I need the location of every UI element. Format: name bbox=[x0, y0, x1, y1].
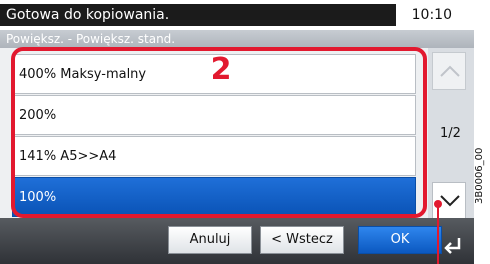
breadcrumb: Powiększ. - Powiększ. stand. bbox=[0, 30, 474, 48]
enter-icon bbox=[444, 238, 461, 254]
chevron-down-icon bbox=[440, 195, 460, 207]
cancel-button[interactable]: Anuluj bbox=[168, 226, 252, 254]
pointer-line bbox=[437, 206, 439, 264]
page-indicator: 1/2 bbox=[440, 126, 461, 141]
list-item-200[interactable]: 200% bbox=[12, 95, 416, 135]
back-button[interactable]: < Wstecz bbox=[260, 226, 344, 254]
status-time: 10:10 bbox=[411, 7, 452, 23]
ok-button[interactable]: OK bbox=[358, 226, 442, 254]
list-item-141[interactable]: 141% A5>>A4 bbox=[12, 136, 416, 176]
status-message: Gotowa do kopiowania. bbox=[0, 4, 396, 26]
status-bar: Gotowa do kopiowania. 10:10 bbox=[0, 0, 474, 30]
callout-number: 2 bbox=[210, 52, 232, 87]
list-item-100[interactable]: 100% bbox=[12, 177, 416, 217]
scroll-up-button[interactable] bbox=[432, 52, 466, 90]
chevron-up-icon bbox=[440, 65, 460, 77]
reference-code: 3B0006_00 bbox=[474, 147, 485, 204]
